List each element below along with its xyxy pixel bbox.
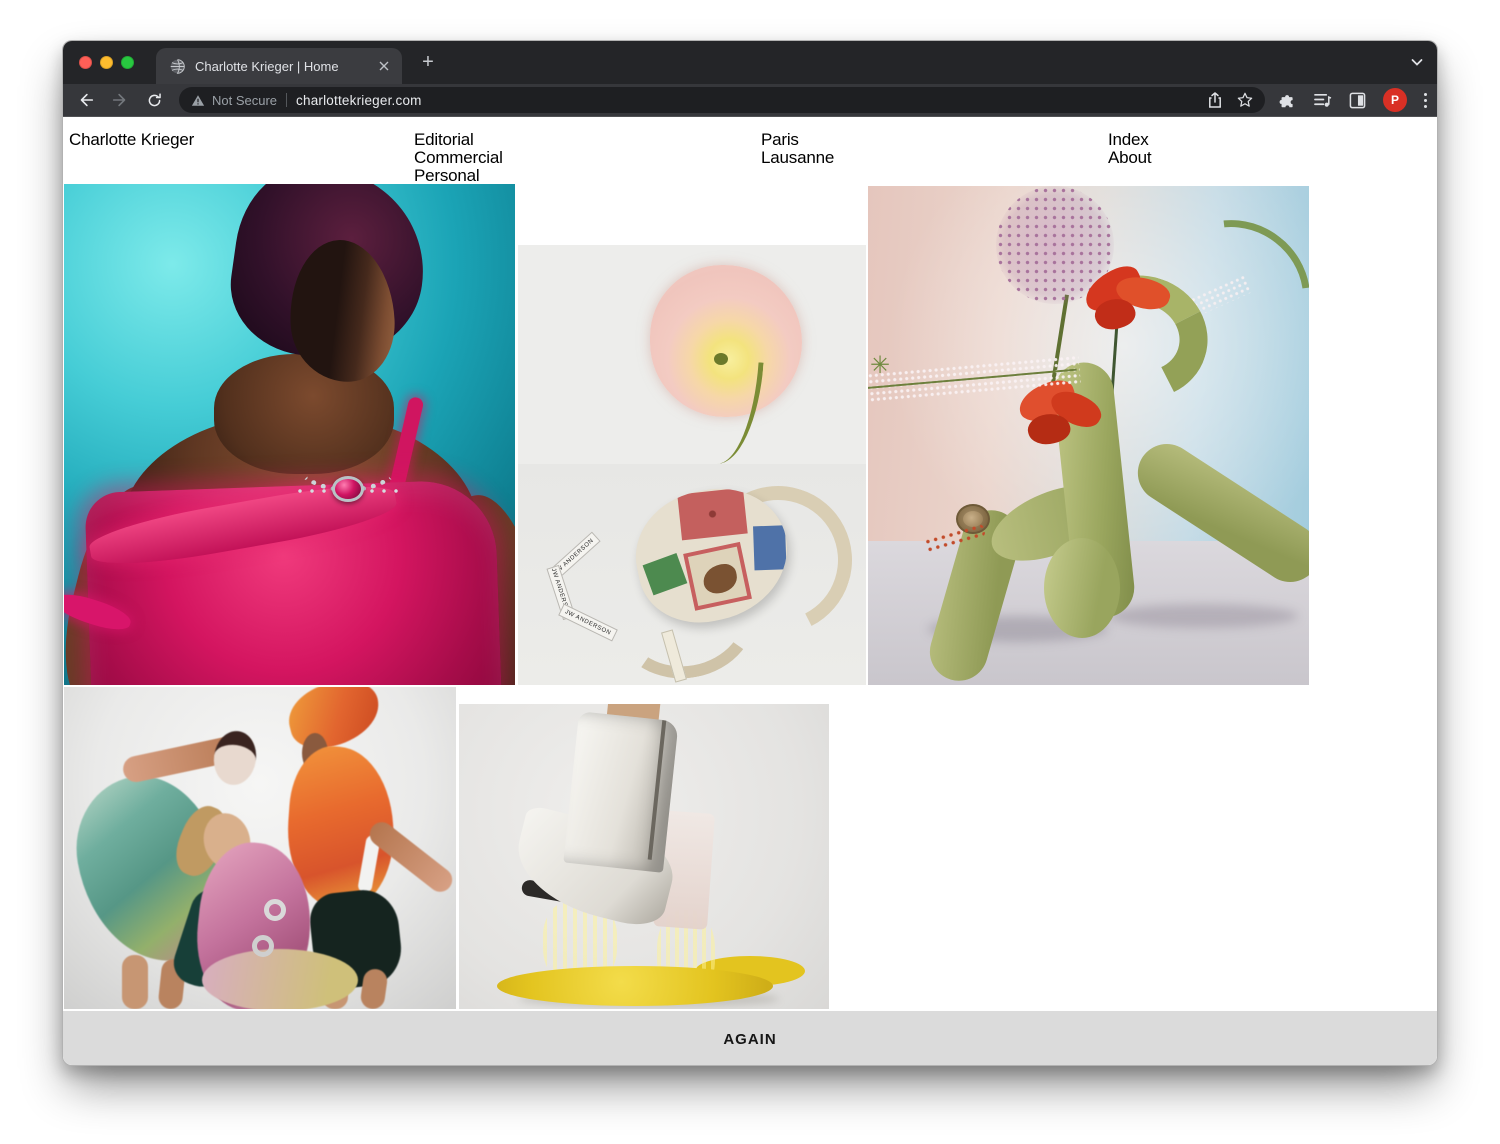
nav-link-about[interactable]: About [1108,149,1151,167]
page-content: Charlotte Krieger Editorial Commercial P… [63,117,1437,1066]
nav-categories: Editorial Commercial Personal [414,131,503,185]
extensions-puzzle-icon[interactable] [1279,92,1296,109]
tab-title: Charlotte Krieger | Home [195,59,376,74]
site-brand[interactable]: Charlotte Krieger [69,131,194,149]
profile-avatar[interactable]: P [1383,88,1407,112]
photo-squash-still-life[interactable]: ✳ [868,186,1309,685]
warning-triangle-icon [191,94,205,107]
side-panel-icon[interactable] [1349,92,1366,109]
tab-strip: Charlotte Krieger | Home + [63,41,1437,84]
nav-link-lausanne[interactable]: Lausanne [761,149,834,167]
photo-model-teal-portrait[interactable] [64,184,515,685]
nav-link-paris[interactable]: Paris [761,131,834,149]
nav-link-editorial[interactable]: Editorial [414,131,503,149]
media-controls-icon[interactable] [1313,92,1332,108]
photo-poppy-flower[interactable] [518,245,866,464]
chevron-down-icon[interactable] [1409,54,1425,70]
photo-boot-yellow-slime[interactable] [459,704,829,1009]
window-minimize-button[interactable] [100,56,113,69]
nav-pages: Index About [1108,131,1151,167]
browser-window: Charlotte Krieger | Home + Not Secure ch… [62,40,1438,1066]
nav-link-commercial[interactable]: Commercial [414,149,503,167]
reload-button[interactable] [141,87,167,113]
window-zoom-button[interactable] [121,56,134,69]
nav-link-index[interactable]: Index [1108,131,1151,149]
address-bar[interactable]: Not Secure charlottekrieger.com [179,87,1265,113]
menu-dots-icon[interactable] [1424,93,1427,108]
new-tab-button[interactable]: + [415,50,441,76]
browser-toolbar: Not Secure charlottekrieger.com P [63,84,1437,117]
share-icon[interactable] [1208,92,1222,108]
again-label: AGAIN [723,1031,776,1048]
nav-locations: Paris Lausanne [761,131,834,167]
browser-tab[interactable]: Charlotte Krieger | Home [156,48,402,84]
back-button[interactable] [73,87,99,113]
bookmark-star-icon[interactable] [1237,92,1253,108]
url-text: charlottekrieger.com [296,93,422,108]
window-close-button[interactable] [79,56,92,69]
photo-printed-hat[interactable]: JW ANDERSON JW ANDERSON JW ANDERSON [518,464,866,685]
nav-link-personal[interactable]: Personal [414,167,503,185]
forward-button[interactable] [107,87,133,113]
window-controls [79,56,134,69]
again-button[interactable]: AGAIN [63,1011,1437,1066]
photo-felt-fashion-group[interactable] [64,687,456,1009]
globe-favicon-icon [169,58,186,75]
security-label: Not Secure [212,93,277,108]
tab-close-icon[interactable] [376,58,392,74]
divider [286,93,287,107]
